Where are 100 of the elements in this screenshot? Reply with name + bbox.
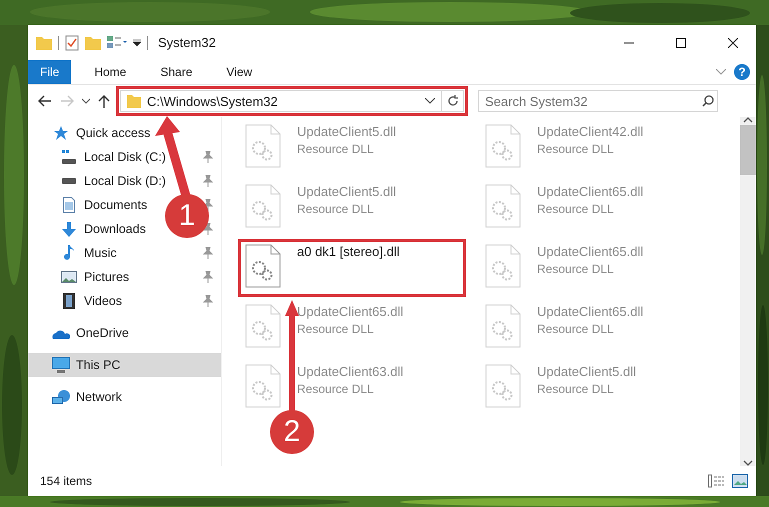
forward-arrow-icon <box>60 95 74 107</box>
gear-file-icon <box>485 124 521 168</box>
film-icon <box>63 293 75 309</box>
nav-item[interactable]: This PC <box>28 353 221 377</box>
refresh-icon <box>446 95 458 107</box>
file-name[interactable]: UpdateClient5.dll <box>297 184 396 199</box>
file-type: Resource DLL <box>537 142 615 156</box>
nav-item[interactable]: OneDrive <box>28 321 135 345</box>
properties-icon <box>65 34 79 50</box>
music-note-icon <box>64 245 74 261</box>
highlight-frame[interactable]: a0 dk1 [stereo].dll <box>238 239 466 297</box>
minimize-icon <box>624 42 634 44</box>
nav-item[interactable]: Quick access <box>28 121 156 145</box>
nav-item[interactable]: Videos <box>28 289 128 313</box>
view-icon <box>107 36 127 49</box>
nav-item[interactable]: Local Disk (C:) <box>28 145 172 169</box>
pin-icon[interactable] <box>203 247 213 259</box>
pin-icon[interactable] <box>203 223 213 235</box>
customize-caret-icon <box>133 38 141 46</box>
file-item[interactable]: UpdateClient65.dll Resource DLL <box>478 239 706 297</box>
file-type: Resource DLL <box>537 262 615 276</box>
dropdown-caret-icon <box>425 98 435 104</box>
details-view-icon <box>708 474 724 488</box>
folder-icon <box>36 36 52 50</box>
new-folder-icon <box>85 36 101 50</box>
nav-item[interactable]: Local Disk (D:) <box>28 169 172 193</box>
pin-icon[interactable] <box>203 199 213 211</box>
search-field[interactable]: Search System32 <box>478 90 718 112</box>
gear-file-icon <box>485 364 521 408</box>
file-type: Resource DLL <box>297 322 375 336</box>
gear-file-icon <box>485 304 521 348</box>
ribbon-tab[interactable]: Share <box>143 60 210 84</box>
file-name[interactable]: UpdateClient5.dll <box>297 124 396 139</box>
large-icons-view-icon <box>732 474 748 488</box>
network-icon <box>52 390 70 404</box>
document-icon <box>63 197 75 213</box>
file-name[interactable]: a0 dk1 [stereo].dll <box>297 244 400 259</box>
ribbon-tab[interactable]: View <box>209 60 270 84</box>
gear-file-icon <box>245 304 281 348</box>
gear-file-icon <box>485 184 521 228</box>
scroll-up-icon <box>743 117 753 123</box>
gear-file-icon <box>245 364 281 408</box>
file-type: Resource DLL <box>297 382 375 396</box>
gear-file-icon <box>245 184 281 228</box>
address-path: C:\Windows\System32 <box>147 94 279 108</box>
file-item[interactable]: UpdateClient5.dll Resource DLL <box>238 119 466 177</box>
file-item[interactable]: UpdateClient65.dll Resource DLL <box>238 299 466 357</box>
file-name[interactable]: UpdateClient42.dll <box>537 124 644 139</box>
download-icon <box>62 222 76 236</box>
address-bar[interactable]: C:\Windows\System32 <box>120 90 464 112</box>
pin-icon[interactable] <box>203 271 213 283</box>
file-name[interactable]: UpdateClient65.dll <box>537 184 644 199</box>
nav-item[interactable]: Network <box>28 385 128 409</box>
ribbon-tab[interactable]: File <box>28 60 72 84</box>
gear-file-icon <box>485 244 521 288</box>
file-name[interactable]: UpdateClient65.dll <box>537 244 644 259</box>
file-type: Resource DLL <box>537 382 615 396</box>
file-item[interactable]: UpdateClient5.dll Resource DLL <box>238 179 466 237</box>
file-name[interactable]: UpdateClient65.dll <box>297 304 404 319</box>
file-name[interactable]: UpdateClient65.dll <box>537 304 644 319</box>
nav-item[interactable]: Pictures <box>28 265 136 289</box>
item-count: 154 items <box>40 474 92 488</box>
close-icon <box>728 38 738 48</box>
picture-icon <box>61 271 77 283</box>
back-button[interactable] <box>36 93 54 109</box>
file-name[interactable]: UpdateClient5.dll <box>537 364 636 379</box>
pin-icon[interactable] <box>203 295 213 307</box>
file-item[interactable]: UpdateClient65.dll Resource DLL <box>478 179 706 237</box>
monitor-icon <box>52 357 70 373</box>
gear-file-icon <box>245 124 281 168</box>
file-type: Resource DLL <box>297 142 375 156</box>
scroll-thumb[interactable] <box>740 125 756 175</box>
file-item[interactable]: UpdateClient5.dll Resource DLL <box>478 359 706 417</box>
scrollbar[interactable] <box>740 117 756 466</box>
pin-icon[interactable] <box>203 151 213 163</box>
cloud-icon <box>52 328 70 338</box>
drive-icon <box>61 178 77 184</box>
file-name[interactable]: UpdateClient63.dll <box>297 364 404 379</box>
nav-item[interactable]: Music <box>28 241 123 265</box>
caret-icon <box>82 98 90 104</box>
back-arrow-icon <box>38 95 52 107</box>
file-type: Resource DLL <box>537 202 615 216</box>
file-type: Resource DLL <box>537 322 615 336</box>
star-icon <box>53 126 69 140</box>
file-item[interactable]: UpdateClient65.dll Resource DLL <box>478 299 706 357</box>
gear-file-icon <box>245 244 281 288</box>
expand-ribbon-icon <box>716 69 726 75</box>
window-title: System32 <box>158 35 216 50</box>
help-button[interactable]: ? <box>734 64 750 80</box>
file-type: Resource DLL <box>297 202 375 216</box>
recent-locations-button[interactable] <box>80 96 92 106</box>
pin-icon[interactable] <box>203 175 213 187</box>
file-item[interactable]: UpdateClient42.dll Resource DLL <box>478 119 706 177</box>
nav-item[interactable]: Documents <box>28 193 154 217</box>
nav-item[interactable]: Downloads <box>28 217 152 241</box>
up-arrow-icon <box>98 94 110 108</box>
drive-icon <box>61 150 77 164</box>
maximize-icon <box>676 38 686 48</box>
folder-icon <box>127 94 141 108</box>
ribbon-tab[interactable]: Home <box>77 60 144 84</box>
